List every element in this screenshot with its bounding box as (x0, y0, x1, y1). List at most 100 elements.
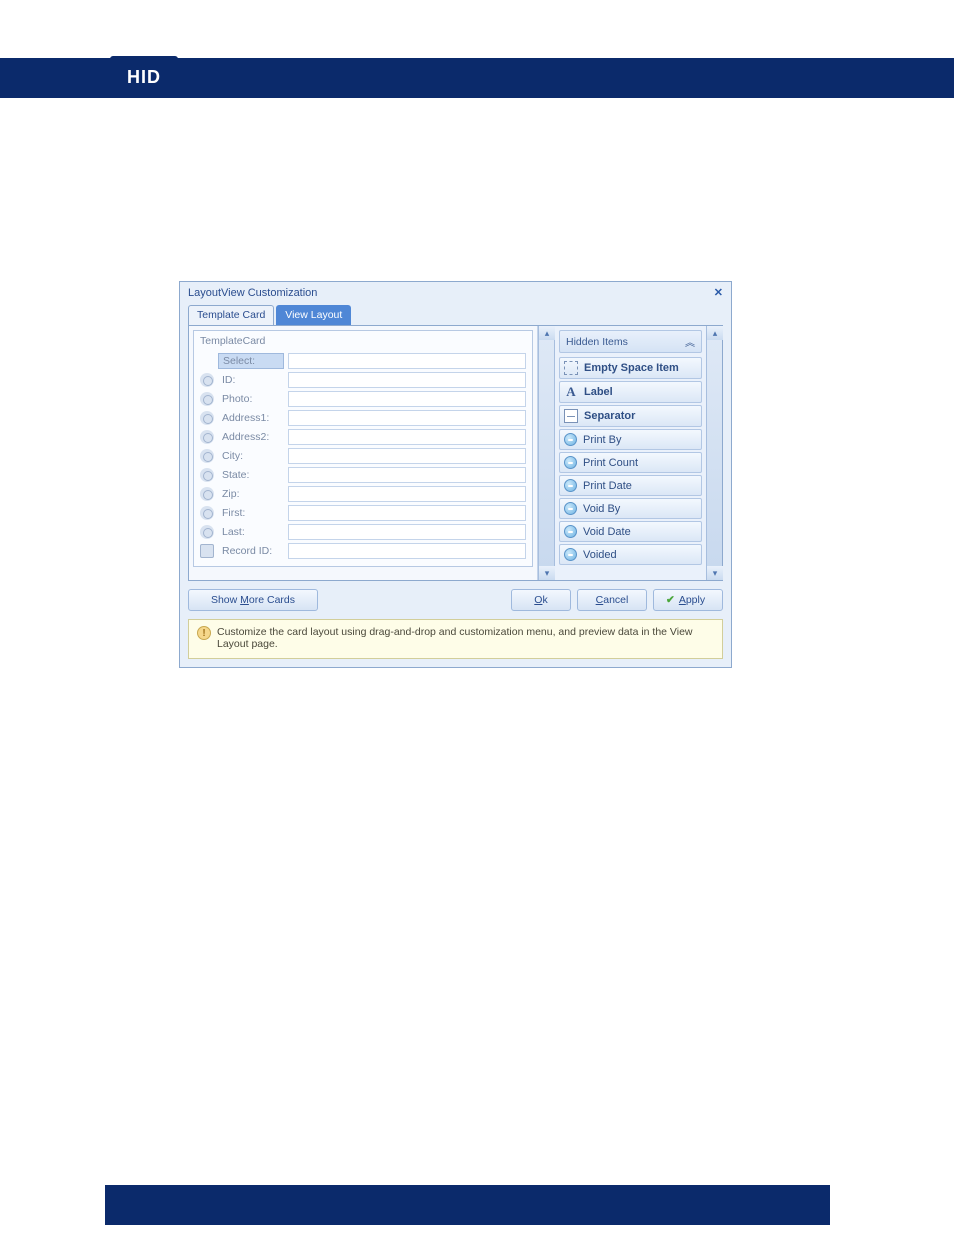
template-field-row[interactable]: Photo: (200, 389, 526, 408)
tab-view-layout[interactable]: View Layout (276, 305, 351, 325)
hid-logo-text: HID (127, 67, 161, 88)
cancel-button[interactable]: Cancel (577, 589, 647, 611)
hidden-item[interactable]: Voided (559, 544, 702, 565)
hidden-items-vertical-scrollbar[interactable]: ▴ ▾ (706, 326, 722, 580)
remove-field-icon (564, 502, 577, 515)
field-input[interactable] (288, 448, 526, 464)
hidden-item-label: Label (584, 386, 613, 398)
remove-field-icon (564, 525, 577, 538)
hidden-item[interactable]: Print By (559, 429, 702, 450)
field-input[interactable] (288, 467, 526, 483)
field-label: Record ID: (218, 544, 284, 558)
field-input[interactable] (288, 353, 526, 369)
key-icon (200, 373, 214, 387)
field-label: Last: (218, 525, 284, 539)
template-field-row[interactable]: ID: (200, 370, 526, 389)
field-input[interactable] (288, 391, 526, 407)
hidden-item[interactable]: Print Date (559, 475, 702, 496)
hidden-items-header-text: Hidden Items (566, 336, 628, 348)
document-header-bar: HID (0, 58, 954, 98)
field-label: First: (218, 506, 284, 520)
field-input[interactable] (288, 486, 526, 502)
template-field-row[interactable]: State: (200, 465, 526, 484)
template-field-row[interactable]: Address1: (200, 408, 526, 427)
ok-button[interactable]: Ok (511, 589, 571, 611)
separator-icon (564, 409, 578, 423)
template-preview-column: TemplateCard Select:ID: Photo: Address1: Ad… (189, 326, 554, 580)
chevron-up-icon[interactable]: ︽ (685, 334, 695, 349)
apply-button[interactable]: ✔ Apply (653, 589, 723, 611)
remove-field-icon (564, 479, 577, 492)
close-icon[interactable]: ✕ (714, 286, 723, 299)
hidden-item-label: Print Date (583, 480, 632, 492)
hidden-item[interactable]: Separator (559, 405, 702, 427)
hidden-item[interactable]: Void By (559, 498, 702, 519)
checkmark-icon: ✔ (666, 594, 675, 606)
field-label: City: (218, 449, 284, 463)
scroll-up-arrow-icon[interactable]: ▴ (539, 326, 555, 340)
template-field-row[interactable]: Record ID: (200, 541, 526, 560)
field-label: Address1: (218, 411, 284, 425)
key-icon (200, 449, 214, 463)
hidden-item[interactable]: Print Count (559, 452, 702, 473)
remove-field-icon (564, 548, 577, 561)
template-card-group: TemplateCard Select:ID: Photo: Address1: Ad… (193, 330, 533, 567)
hidden-items-header[interactable]: Hidden Items ︽ (559, 330, 702, 353)
hint-text: Customize the card layout using drag-and… (217, 626, 714, 650)
template-card-fields: Select:ID: Photo: Address1: Address2: City: S… (194, 349, 532, 566)
field-input[interactable] (288, 543, 526, 559)
tab-template-card[interactable]: Template Card (188, 305, 274, 325)
dialog-titlebar: LayoutView Customization ✕ (180, 282, 731, 305)
scroll-up-arrow-icon[interactable]: ▴ (707, 326, 723, 340)
document-icon (200, 544, 214, 558)
template-field-row[interactable]: Zip: (200, 484, 526, 503)
template-field-row[interactable]: Last: (200, 522, 526, 541)
field-input[interactable] (288, 429, 526, 445)
label-a-icon: A (564, 385, 578, 399)
hidden-item-label: Separator (584, 410, 635, 422)
template-field-row[interactable]: Select: (200, 351, 526, 370)
template-card-group-title: TemplateCard (194, 331, 532, 349)
preview-vertical-scrollbar[interactable]: ▴ ▾ (538, 326, 554, 580)
hidden-item[interactable]: Empty Space Item (559, 357, 702, 379)
key-icon (200, 468, 214, 482)
template-preview-inner: TemplateCard Select:ID: Photo: Address1: Ad… (189, 326, 538, 580)
field-label: Zip: (218, 487, 284, 501)
remove-field-icon (564, 433, 577, 446)
template-field-row[interactable]: Address2: (200, 427, 526, 446)
hint-bar: ! Customize the card layout using drag-a… (188, 619, 723, 659)
field-input[interactable] (288, 524, 526, 540)
field-input[interactable] (288, 410, 526, 426)
show-more-cards-button[interactable]: Show More Cards (188, 589, 318, 611)
field-label: State: (218, 468, 284, 482)
empty-space-icon (564, 361, 578, 375)
layoutview-customization-dialog: LayoutView Customization ✕ Template Card… (179, 281, 732, 668)
field-label: Photo: (218, 392, 284, 406)
key-icon (200, 392, 214, 406)
hidden-items-list: Empty Space Item A Label Separator Print By P… (559, 357, 702, 565)
field-input[interactable] (288, 372, 526, 388)
field-input[interactable] (288, 505, 526, 521)
tab-body: TemplateCard Select:ID: Photo: Address1: Ad… (188, 325, 723, 581)
field-label: Select: (218, 353, 284, 369)
hidden-item-label: Voided (583, 549, 617, 561)
info-icon: ! (197, 626, 211, 640)
hid-logo: HID (110, 56, 178, 98)
key-icon (200, 506, 214, 520)
hidden-item[interactable]: Void Date (559, 521, 702, 542)
hidden-item-label: Print By (583, 434, 622, 446)
scroll-down-arrow-icon[interactable]: ▾ (707, 566, 723, 580)
dialog-title-text: LayoutView Customization (188, 287, 317, 299)
key-icon (200, 411, 214, 425)
hidden-item-label: Empty Space Item (584, 362, 679, 374)
hidden-item[interactable]: A Label (559, 381, 702, 403)
hidden-items-panel: Hidden Items ︽ Empty Space Item A Label Sep… (554, 326, 722, 580)
key-icon (200, 487, 214, 501)
tab-strip: Template Card View Layout (180, 305, 731, 325)
template-field-row[interactable]: City: (200, 446, 526, 465)
template-field-row[interactable]: First: (200, 503, 526, 522)
hidden-item-label: Print Count (583, 457, 638, 469)
scroll-down-arrow-icon[interactable]: ▾ (539, 566, 555, 580)
key-icon (200, 525, 214, 539)
key-icon (200, 430, 214, 444)
